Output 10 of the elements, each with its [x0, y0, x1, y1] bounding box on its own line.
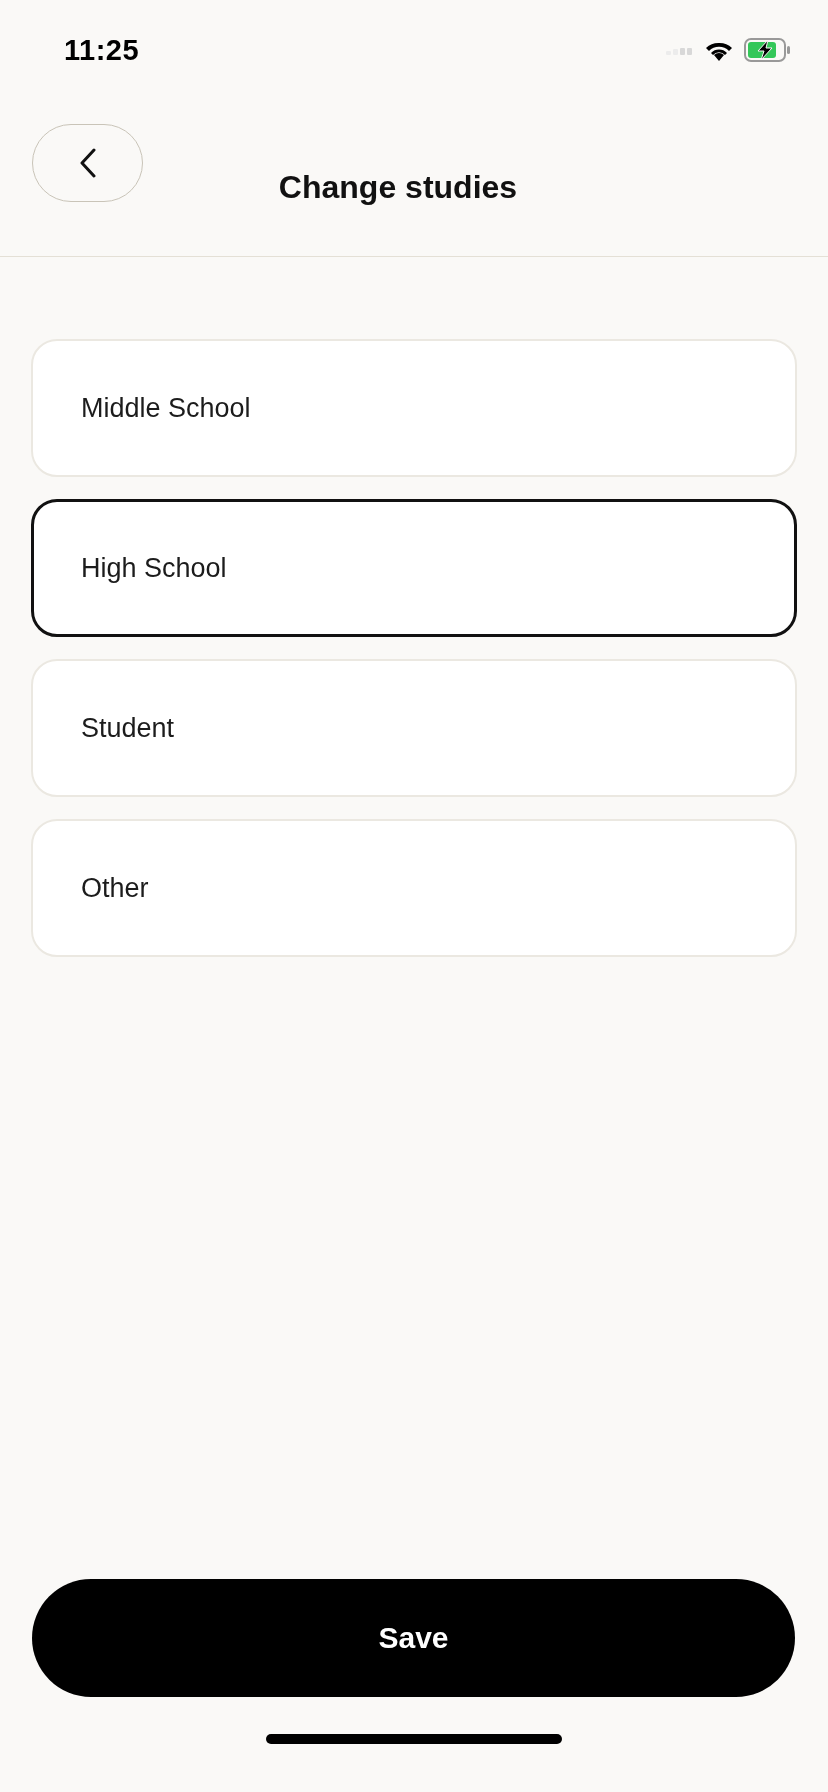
status-time: 11:25 — [64, 33, 140, 67]
option-item[interactable]: High School — [31, 499, 797, 637]
page-title: Change studies — [277, 167, 519, 206]
chevron-left-icon — [78, 148, 97, 178]
option-item[interactable]: Other — [31, 819, 797, 957]
save-button[interactable]: Save — [32, 1579, 795, 1697]
option-item[interactable]: Student — [31, 659, 797, 797]
battery-charging-icon — [744, 38, 792, 62]
cellular-signal-icon — [666, 45, 694, 55]
option-item[interactable]: Middle School — [31, 339, 797, 477]
